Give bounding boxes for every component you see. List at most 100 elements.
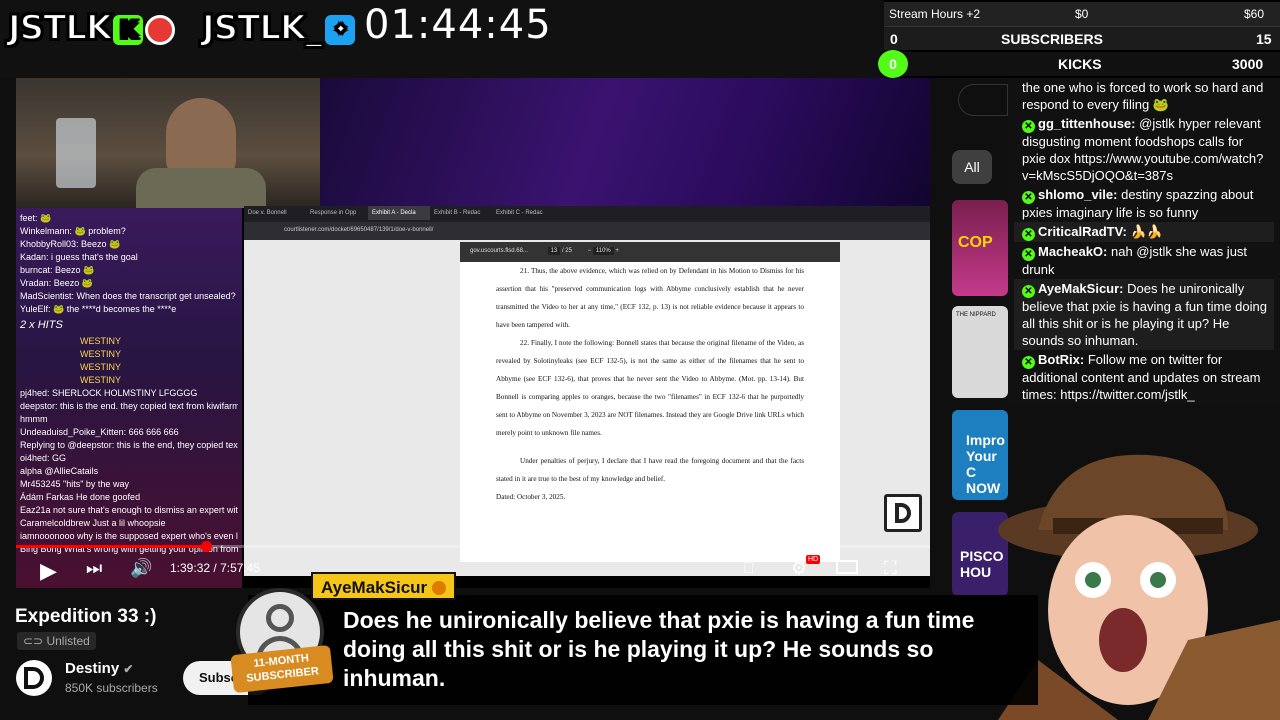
kick-chat-message: ✕ CriticalRadTV: 🍌🍌 (1014, 222, 1274, 242)
time-total: 7:57:45 (220, 561, 261, 575)
browser-window: Doe v. Bonnell Response in Opp Exhibit A -… (244, 206, 930, 576)
streamer-silhouette (166, 98, 236, 178)
zoom-in-icon[interactable]: + (615, 248, 619, 254)
mod-badge-icon: ✕ (1022, 120, 1035, 133)
kicks-current: 0 (878, 50, 908, 78)
mod-badge-icon: ✕ (1022, 191, 1035, 204)
mod-badge-icon: ✕ (1022, 285, 1035, 298)
filter-chip-all[interactable]: All (952, 150, 992, 184)
subs-label: SUBSCRIBERS (1001, 31, 1103, 47)
volume-icon[interactable]: 🔊 (130, 558, 152, 579)
stream-chat-message: Winkelmann: 🐸 problem? (20, 226, 126, 236)
captions-icon[interactable]: ⎕ (744, 560, 754, 578)
video-title: Expedition 33 :) (15, 606, 157, 627)
pdf-page-count: / 25 (561, 248, 572, 254)
chat-username[interactable]: gg_tittenhouse: (1038, 116, 1136, 131)
cup-image (56, 118, 96, 188)
chat-username[interactable]: shlomo_vile: (1038, 187, 1117, 202)
search-box[interactable] (958, 84, 1008, 116)
stream-chat-message: Caramelcoldbrew Just a lil whoopsie (20, 518, 166, 528)
pdf-page-number[interactable]: 13 (547, 247, 561, 255)
link-icon: ⊂⊃ (23, 634, 44, 648)
stream-hours-label: Stream Hours +2 (889, 7, 981, 21)
stream-chat-message: alpha @AllieCatails (20, 466, 99, 476)
space-background (320, 78, 930, 208)
channel-name[interactable]: Destiny ✔ (65, 660, 133, 677)
kick-chat-message: ✕ MacheakO: nah @jstlk she was just drunk (1014, 242, 1274, 279)
next-icon[interactable]: ⏭ (86, 558, 102, 579)
stream-timer: 01:44:45 (364, 2, 552, 48)
goal-start: $0 (1075, 7, 1089, 21)
user-badge-icon (431, 581, 446, 595)
chat-username[interactable]: MacheakO: (1038, 244, 1107, 259)
play-icon[interactable]: ▶ (40, 558, 57, 584)
streamer-shirt (136, 168, 266, 208)
stream-chat-message: pj4hed: SHERLOCK HOLMSTINY LFGGGG (20, 388, 198, 398)
thumbnail-label: COP (958, 234, 993, 251)
stream-hours-goal: Stream Hours +2 $0 $60 (884, 2, 1280, 26)
subscriber-count: 850K subscribers (65, 681, 158, 695)
mod-badge-icon: ✕ (1022, 228, 1035, 241)
browser-tab[interactable]: Exhibit C - Redac (492, 206, 554, 220)
stream-stats-panel: Stream Hours +2 $0 $60 0 SUBSCRIBERS 15 … (878, 0, 1280, 78)
chat-username[interactable]: BotRix: (1038, 352, 1084, 367)
visibility-badge: ⊂⊃ Unlisted (17, 632, 96, 650)
browser-tab[interactable]: Exhibit B - Redac (430, 206, 492, 220)
kick-chat-message: the one who is forced to work so hard an… (1014, 78, 1274, 114)
stream-chat-message: MadScientist: When does the transcript g… (20, 291, 236, 301)
browser-tab[interactable]: Doe v. Bonnell (244, 206, 306, 220)
stream-chat-message: YuleElf: 🐸 the ****d becomes the ****e (20, 304, 177, 314)
stream-chat-message: hmmm (20, 414, 48, 424)
pdf-toolbar: gov.uscourts.flsd.68... 13 / 25 − 110% + (460, 242, 840, 262)
mod-badge-icon: ✕ (1022, 248, 1035, 261)
stream-chat-message: Undeaduisd_Poike_Kitten: 666 666 666 (20, 427, 179, 437)
mod-badge-icon: ✕ (1022, 356, 1035, 369)
stream-chat-message: WESTINY (80, 362, 122, 372)
time-current: 1:39:32 (170, 561, 211, 575)
fullscreen-icon[interactable]: ⛶ (884, 558, 897, 579)
subscribers-goal: 0 SUBSCRIBERS 15 (884, 26, 1280, 50)
browser-tab[interactable]: Response in Opp (306, 206, 368, 220)
alert-message: Does he unironically believe that pxie i… (343, 607, 975, 691)
alert-username: AyeMakSicur (311, 572, 456, 600)
channel-avatar[interactable] (16, 660, 52, 696)
chat-username[interactable]: AyeMakSicur: (1038, 281, 1124, 296)
zoom-out-icon[interactable]: − (588, 248, 592, 254)
stream-chat-message: burncat: Beezo 🐸 (20, 265, 95, 275)
embedded-stream-chat: feet: 🐸 Winkelmann: 🐸 problem? KhobbyRoll0… (16, 208, 242, 588)
brand-text: JSTLK (7, 7, 113, 49)
recommended-thumbnail[interactable]: COP (952, 200, 1008, 296)
pdf-paragraph-22: 22. Finally, I note the following: Bonne… (496, 339, 804, 437)
browser-tabs: Doe v. Bonnell Response in Opp Exhibit A -… (244, 206, 930, 222)
channel-name-text[interactable]: Destiny (65, 660, 119, 677)
stream-chat-message: feet: 🐸 (20, 213, 52, 223)
stream-chat-message: Replying to @deepstor: this is the end, … (20, 440, 238, 450)
pdf-date: Dated: October 3, 2025. (496, 493, 566, 501)
theater-mode-icon[interactable] (836, 560, 858, 574)
video-player[interactable]: feet: 🐸 Winkelmann: 🐸 problem? KhobbyRoll0… (16, 78, 930, 588)
address-bar[interactable]: courtlistener.com/docket/69650487/139/1/… (244, 222, 930, 240)
kick-chat-message: ✕ AyeMakSicur: Does he unironically belie… (1014, 279, 1274, 350)
verified-icon: ✔ (123, 662, 134, 676)
pdf-paragraph-21: 21. Thus, the above evidence, which was … (496, 267, 804, 329)
browser-tab[interactable]: Exhibit A - Decla (368, 206, 430, 220)
pdf-page: 21. Thus, the above evidence, which was … (460, 262, 840, 562)
kicks-label: KICKS (1058, 56, 1102, 72)
brand-text: JSTLK_ (201, 7, 323, 49)
stream-chat-message: Ádám Farkas He done goofed (20, 492, 141, 502)
chat-text: the one who is forced to work so hard an… (1022, 80, 1264, 112)
kick-chat-message: ✕ gg_tittenhouse: @jstlk hyper relevant d… (1014, 114, 1274, 185)
stream-chat-message: WESTINY (80, 336, 122, 346)
chat-text: 🍌🍌 (1130, 224, 1163, 239)
visibility-label: Unlisted (46, 634, 90, 648)
twitter-icon: ✦ (325, 14, 356, 45)
recommended-thumbnail[interactable]: THE NIPPARD (952, 306, 1008, 398)
hd-badge: HD (806, 555, 821, 564)
alert-username-text: AyeMakSicur (321, 578, 428, 597)
brand-logo-kick: JSTLK K (7, 7, 176, 49)
pdf-zoom[interactable]: 110% (592, 247, 614, 255)
chat-username[interactable]: CriticalRadTV: (1038, 224, 1127, 239)
stream-chat-message: Kadan: i guess that's the goal (20, 252, 138, 262)
brand-logo-twitter: JSTLK_ ✦ (201, 7, 356, 49)
settings-icon[interactable]: ⚙ (791, 558, 807, 579)
